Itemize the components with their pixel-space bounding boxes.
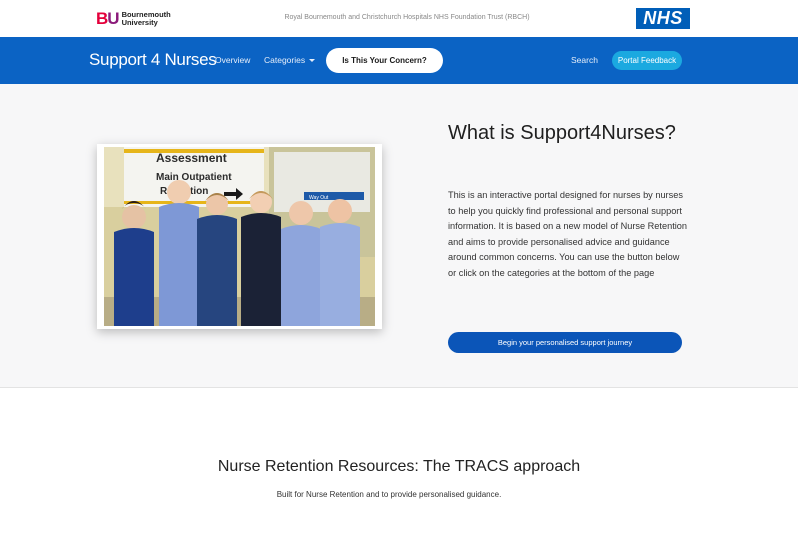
- top-logo-bar: BU Bournemouth University Royal Bournemou…: [0, 0, 798, 37]
- nhs-logo[interactable]: NHS: [636, 8, 690, 29]
- site-brand[interactable]: Support 4 Nurses: [89, 50, 217, 70]
- begin-support-journey-button[interactable]: Begin your personalised support journey: [448, 332, 682, 353]
- nav-search-link[interactable]: Search: [571, 55, 598, 65]
- sign-way-out-text: Way Out: [309, 195, 329, 201]
- nurses-photo-frame: Assessment Main Outpatient Reception Way…: [97, 144, 382, 329]
- main-navbar: Support 4 Nurses Overview Categories Is …: [0, 37, 798, 84]
- portal-feedback-button[interactable]: Portal Feedback: [612, 51, 682, 70]
- nav-overview-link[interactable]: Overview: [215, 55, 250, 65]
- hero-title: What is Support4Nurses?: [448, 122, 676, 144]
- nav-categories-label: Categories: [264, 55, 306, 65]
- bournemouth-university-logo[interactable]: BU Bournemouth University: [96, 10, 171, 27]
- sign-assessment-text: Assessment: [156, 151, 227, 165]
- bu-logo-mark-icon: BU: [96, 9, 120, 28]
- sign-outpatient-text: Main Outpatient: [156, 172, 232, 183]
- university-name: Bournemouth University: [121, 9, 171, 27]
- caret-down-icon: [309, 59, 316, 63]
- resources-title: Nurse Retention Resources: The TRACS app…: [217, 458, 581, 475]
- hero-description: This is an interactive portal designed f…: [448, 190, 688, 278]
- nav-categories-dropdown[interactable]: Categories: [264, 55, 316, 65]
- trust-name: Royal Bournemouth and Christchurch Hospi…: [284, 14, 530, 21]
- hero-section: Assessment Main Outpatient Reception Way…: [0, 84, 798, 388]
- resources-subtitle: Built for Nurse Retention and to provide…: [276, 490, 502, 499]
- nurses-group-photo: Assessment Main Outpatient Reception Way…: [104, 147, 375, 326]
- is-this-your-concern-button[interactable]: Is This Your Concern?: [326, 48, 443, 73]
